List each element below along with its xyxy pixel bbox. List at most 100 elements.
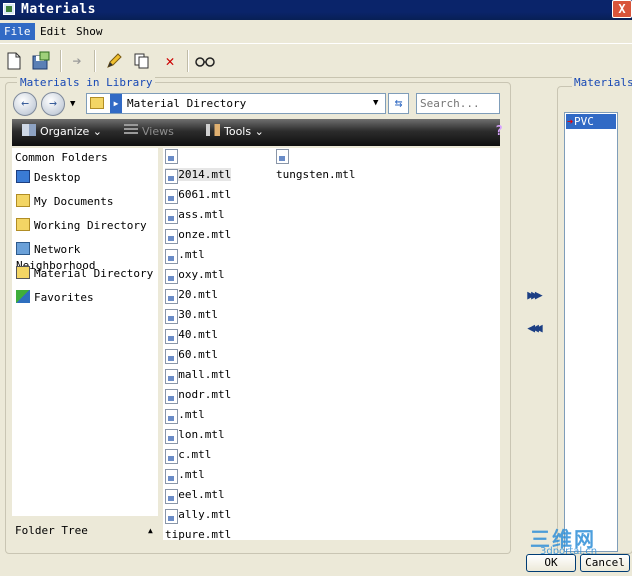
file-item[interactable]: cu.mtl (165, 228, 205, 261)
file-item[interactable]: fe30.mtl (165, 288, 218, 321)
forward-button[interactable]: → (41, 92, 65, 116)
menu-show[interactable]: Show (72, 23, 107, 40)
file-item[interactable]: pvc.mtl (165, 428, 211, 461)
mtl-file-icon (165, 409, 178, 424)
save-button[interactable] (30, 50, 52, 72)
edit-button[interactable] (103, 50, 125, 72)
view-button[interactable] (194, 50, 216, 72)
folder-item-my-documents[interactable]: My Documents (16, 194, 113, 210)
material-folder-icon (16, 266, 30, 279)
folder-item-desktop[interactable]: Desktop (16, 170, 80, 186)
materials-list: ➜PVC (564, 112, 618, 552)
move-right-button[interactable]: ➔ (66, 50, 88, 72)
mtl-file-icon (165, 429, 178, 444)
mtl-file-icon (165, 189, 178, 204)
mtl-file-icon (165, 209, 178, 224)
move-right-icon: ➔ (72, 52, 82, 70)
breadcrumb-arrow-icon[interactable]: ▶ (110, 94, 122, 113)
views-button[interactable]: Views (124, 124, 174, 138)
new-file-button[interactable] (3, 50, 25, 72)
triple-left-arrow-icon: ◀◀◀ (527, 321, 543, 336)
toolbar: ➔ ✕ (0, 43, 632, 78)
organize-icon (22, 124, 36, 136)
folder-tree-toggle[interactable]: Folder Tree ▲ (12, 518, 158, 546)
mtl-file-icon (165, 229, 178, 244)
file-item[interactable]: femall.mtl (165, 348, 231, 381)
file-item[interactable]: fe20.mtl (165, 268, 218, 301)
file-item[interactable]: fe60.mtl (165, 328, 218, 361)
tools-button[interactable]: Tools ⌄ (206, 124, 264, 138)
folder-item-working-directory[interactable]: Working Directory (16, 218, 147, 234)
edit-pencil-icon (107, 53, 122, 68)
window-app-icon (3, 3, 15, 15)
file-item-label: tungsten.mtl (276, 168, 356, 181)
folder-item-favorites[interactable]: Favorites (16, 290, 94, 306)
cancel-button[interactable]: Cancel (580, 554, 630, 572)
mtl-file-icon (165, 389, 178, 404)
organize-label: Organize (40, 125, 90, 138)
help-icon[interactable]: ? (490, 124, 508, 140)
back-button[interactable]: ← (13, 92, 37, 116)
mtl-file-icon (276, 149, 289, 164)
views-label: Views (142, 125, 174, 138)
tools-icon (206, 124, 220, 136)
mtl-file-icon (165, 169, 178, 184)
menu-edit[interactable]: Edit (36, 23, 71, 40)
file-item[interactable]: steel.mtl (165, 468, 225, 501)
copy-button[interactable] (131, 50, 153, 72)
mtl-file-icon (165, 349, 178, 364)
title-bar: Materials (0, 0, 632, 20)
command-bar: Organize ⌄ Views Tools ⌄ ? (12, 119, 503, 146)
folder-icon (16, 218, 30, 231)
save-icon (32, 51, 50, 70)
mtl-file-icon (165, 329, 178, 344)
mtl-file-icon (165, 309, 178, 324)
close-icon: X (618, 2, 626, 16)
file-item[interactable]: epoxy.mtl (165, 248, 225, 281)
triple-right-arrow-icon: ▶▶▶ (527, 288, 543, 303)
ok-button[interactable]: OK (526, 554, 576, 572)
material-item-label: PVC (574, 115, 594, 128)
delete-button[interactable]: ✕ (159, 50, 181, 72)
materials-group-label: Materials (572, 76, 632, 89)
chevron-down-icon[interactable]: ▼ (373, 98, 378, 108)
file-item[interactable]: tungsten.mtl (276, 148, 355, 181)
search-input[interactable] (416, 93, 500, 114)
common-folders-pane: Common Folders Desktop My Documents Work… (12, 148, 158, 516)
path-combo[interactable]: ▶ Material Directory ▼ (86, 93, 386, 114)
expand-up-icon: ▲ (148, 526, 153, 535)
organize-button[interactable]: Organize ⌄ (22, 124, 102, 138)
mtl-file-icon (165, 369, 178, 384)
add-to-materials-button[interactable]: ▶▶▶ (520, 288, 546, 306)
folder-item-label: Favorites (34, 291, 94, 304)
file-item[interactable]: tipure.mtl (165, 508, 231, 541)
file-item[interactable]: brass.mtl (165, 188, 225, 221)
folder-item-network-neighborhood[interactable]: Network Neighborhood (16, 242, 158, 272)
path-text: Material Directory (127, 97, 247, 110)
file-item[interactable]: bronze.mtl (165, 208, 231, 241)
menu-bar: File Edit Show (0, 21, 632, 42)
materials-list-item[interactable]: ➜PVC (566, 114, 616, 129)
file-item[interactable]: tially.mtl (165, 488, 231, 521)
documents-folder-icon (16, 194, 30, 207)
folder-item-label: My Documents (34, 195, 114, 208)
file-item[interactable]: fe40.mtl (165, 308, 218, 341)
material-marker-icon: ➜ (567, 117, 574, 128)
refresh-button[interactable]: ⇆ (388, 93, 409, 114)
file-item[interactable]: al6061.mtl (165, 168, 231, 201)
folder-item-material-directory[interactable]: Material Directory (16, 266, 153, 282)
window-title: Materials (21, 2, 96, 17)
toolbar-separator (94, 50, 96, 72)
mtl-file-icon (165, 249, 178, 264)
file-item[interactable]: ss.mtl (165, 448, 205, 481)
folder-item-label: Desktop (34, 171, 81, 184)
file-item[interactable]: fenodr.mtl (165, 368, 231, 401)
file-item[interactable]: nylon.mtl (165, 408, 225, 441)
history-dropdown-icon[interactable]: ▼ (70, 99, 75, 109)
menu-file[interactable]: File (0, 23, 35, 40)
file-item[interactable]: al2014.mtl (165, 148, 232, 181)
remove-from-materials-button[interactable]: ◀◀◀ (520, 321, 546, 339)
close-button[interactable]: X (612, 0, 632, 18)
file-item[interactable]: mg.mtl (165, 388, 205, 421)
mtl-file-icon (165, 509, 178, 524)
